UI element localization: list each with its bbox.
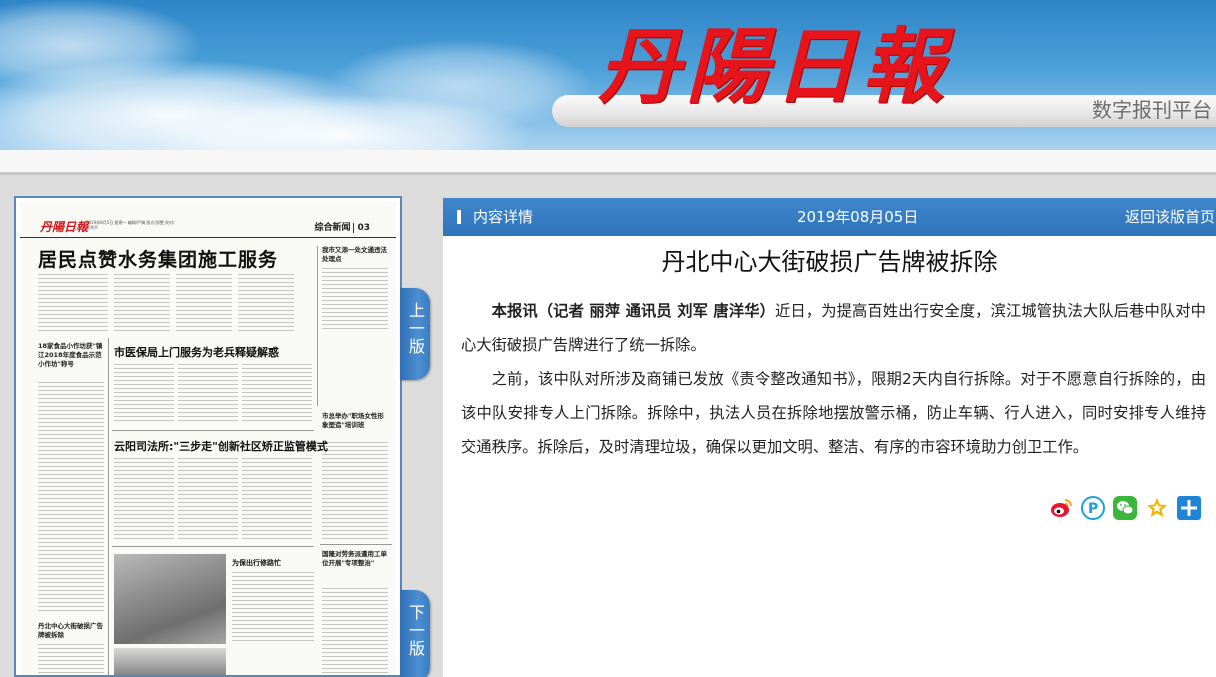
text-column [238, 274, 294, 332]
back-to-page-link[interactable]: 返回该版首页 [1125, 198, 1215, 236]
text-column [38, 382, 104, 612]
prev-page-label: 上一版 [406, 302, 425, 356]
column-rule [317, 246, 318, 406]
page-headline[interactable]: 居民点赞水务集团施工服务 [38, 245, 278, 272]
article-paragraph: 本报讯（记者 丽萍 通讯员 刘军 唐洋华）近日，为提高百姓出行安全度，滨江城管执… [461, 294, 1206, 362]
page-subhead[interactable]: 云阳司法所:"三步走"创新社区矫正监管模式 [114, 438, 328, 454]
page-section: 综合新闻 03 [314, 220, 370, 233]
column-rule [108, 338, 109, 675]
article-byline: 本报讯（记者 丽萍 通讯员 刘军 唐洋华） [491, 302, 776, 320]
page-logo: 丹陽日報 [40, 220, 89, 234]
text-column [322, 442, 388, 540]
prev-page-tab[interactable]: 上一版 [400, 288, 430, 380]
page-dateline: 2019年8月5日 星期一 编辑/严娟 版式/邵雯 校对/吴秀平 [86, 220, 175, 230]
article-panel: 内容详情 2019年08月05日 返回该版首页 丹北中心大街破损广告牌被拆除 本… [443, 198, 1216, 677]
text-column [114, 458, 174, 542]
newspaper-page-view[interactable]: 丹陽日報 2019年8月5日 星期一 编辑/严娟 版式/邵雯 校对/吴秀平 综合… [14, 196, 402, 677]
header-divider-line [0, 172, 1216, 175]
text-column [176, 274, 232, 332]
brief-headline-current[interactable]: 丹北中心大街破损广告牌被拆除 [38, 622, 104, 640]
page-subhead[interactable]: 市医保局上门服务为老兵释疑解惑 [114, 344, 279, 360]
section-name: 综合新闻 [314, 223, 351, 233]
text-column [38, 644, 104, 675]
cloud-decoration [330, 40, 590, 130]
header-divider [0, 150, 1216, 172]
article-paragraph: 之前，该中队对所涉及商铺已发放《责令整改通知书》，限期2天内自行拆除。对于不愿意… [461, 370, 1206, 456]
text-column [322, 268, 388, 330]
brief-headline[interactable]: 国隆对劳务派遣用工单位开展"专项整治" [322, 550, 388, 568]
wechat-icon[interactable] [1113, 496, 1137, 520]
platform-label: 数字报刊平台 [1092, 98, 1212, 122]
row-rule [112, 546, 314, 547]
brief-headline[interactable]: 市总举办"职场女性形象塑造"培训班 [322, 412, 388, 430]
text-column [114, 364, 174, 424]
row-rule [112, 430, 314, 431]
text-column [178, 458, 238, 542]
text-column [232, 572, 314, 642]
site-logo[interactable]: 丹陽日報 [598, 22, 950, 112]
more-plus-icon[interactable] [1177, 496, 1201, 520]
weibo-icon[interactable] [1049, 496, 1073, 520]
newspaper-page: 丹陽日報 2019年8月5日 星期一 编辑/严娟 版式/邵雯 校对/吴秀平 综合… [20, 202, 396, 675]
bar-marker [457, 210, 461, 224]
site-header: 丹陽日報 数字报刊平台 [0, 0, 1216, 150]
brief-headline[interactable]: 18家食品小作坊获"镇江2018年度食品示范小作坊"称号 [38, 342, 104, 369]
row-rule [320, 544, 392, 545]
article-title: 丹北中心大街破损广告牌被拆除 [661, 248, 998, 276]
text-column [242, 364, 312, 424]
text-column [242, 458, 312, 542]
issue-date: 2019年08月05日 [797, 208, 919, 226]
svg-text:P: P [1088, 501, 1098, 517]
news-photo[interactable] [114, 554, 226, 644]
text-column [178, 364, 238, 424]
content-detail-label: 内容详情 [473, 208, 534, 226]
text-column [322, 588, 388, 675]
text-column [114, 274, 170, 332]
favorite-star-icon[interactable] [1145, 496, 1169, 520]
page-subhead[interactable]: 为保出行修路忙 [232, 558, 281, 568]
pinterest-icon[interactable]: P [1081, 496, 1105, 520]
text-column [38, 274, 108, 332]
article-body: 本报讯（记者 丽萍 通讯员 刘军 唐洋华）近日，为提高百姓出行安全度，滨江城管执… [461, 294, 1206, 464]
article-header-bar: 内容详情 2019年08月05日 返回该版首页 [443, 198, 1216, 236]
next-page-tab[interactable]: 下一版 [400, 590, 430, 677]
page-side-headline[interactable]: 我市又添一处文通违法处理点 [322, 246, 390, 264]
page-masthead: 丹陽日報 2019年8月5日 星期一 编辑/严娟 版式/邵雯 校对/吴秀平 综合… [20, 202, 396, 238]
news-photo[interactable] [114, 648, 226, 675]
section-number: 03 [353, 223, 370, 233]
next-page-label: 下一版 [406, 604, 425, 658]
